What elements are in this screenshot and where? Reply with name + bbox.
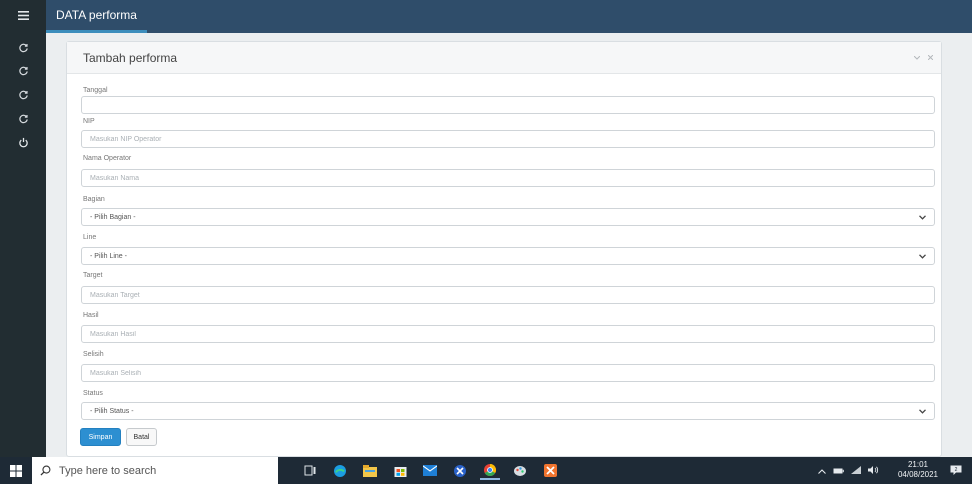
label-target: Target	[83, 272, 103, 279]
volume-icon[interactable]	[868, 465, 879, 476]
sidebar-item-refresh-4[interactable]	[0, 107, 46, 129]
sidebar-item-refresh-3[interactable]	[0, 83, 46, 105]
status-selected: - Pilih Status -	[90, 407, 134, 415]
network-icon[interactable]	[851, 465, 861, 476]
refresh-icon	[18, 66, 28, 75]
status-select[interactable]: - Pilih Status -	[81, 402, 935, 420]
collapse-icon[interactable]	[913, 52, 921, 62]
taskbar-search-placeholder: Type here to search	[59, 464, 157, 477]
card-tools	[913, 52, 934, 62]
taskbar-search-box[interactable]: Type here to search	[32, 457, 278, 484]
refresh-icon	[18, 43, 28, 52]
edge-browser-icon[interactable]	[330, 461, 350, 480]
file-explorer-icon[interactable]	[360, 461, 380, 480]
bagian-selected: - Pilih Bagian -	[90, 213, 136, 221]
top-header: DATA performa	[46, 0, 972, 33]
mail-icon[interactable]	[420, 461, 440, 480]
label-status: Status	[83, 390, 103, 397]
line-selected: - Pilih Line -	[90, 252, 127, 260]
label-hasil: Hasil	[83, 312, 99, 319]
batal-button[interactable]: Batal	[126, 428, 157, 446]
store-icon[interactable]	[390, 461, 410, 480]
hamburger-menu-icon[interactable]	[0, 4, 46, 26]
simpan-button[interactable]: Simpan	[80, 428, 121, 446]
close-icon[interactable]	[927, 52, 934, 62]
form-title: Tambah performa	[83, 51, 178, 65]
sidebar-item-refresh-1[interactable]	[0, 36, 46, 58]
hasil-field[interactable]	[81, 325, 935, 343]
refresh-icon	[18, 90, 28, 99]
notification-center-icon[interactable]: 2	[946, 461, 966, 480]
chevron-down-icon	[918, 252, 926, 260]
battery-icon[interactable]	[833, 466, 844, 476]
chevron-down-icon	[918, 213, 926, 221]
clock-time: 21:01	[907, 460, 929, 469]
nama-operator-field[interactable]	[81, 169, 935, 187]
sidebar-item-refresh-2[interactable]	[0, 59, 46, 81]
tab-data-performa[interactable]: DATA performa	[46, 0, 147, 33]
task-view-icon[interactable]	[300, 461, 320, 480]
label-bagian: Bagian	[83, 196, 105, 203]
tab-title: DATA performa	[56, 8, 137, 22]
nip-field[interactable]	[81, 130, 935, 148]
chevron-down-icon	[918, 407, 926, 415]
paint-app-icon[interactable]	[510, 461, 530, 480]
windows-start-button[interactable]	[0, 457, 32, 484]
label-tanggal: Tanggal	[83, 87, 108, 94]
line-select[interactable]: - Pilih Line -	[81, 247, 935, 265]
sidebar-item-logout[interactable]	[0, 131, 46, 153]
label-selisih: Selisih	[83, 351, 104, 358]
taskbar-clock[interactable]: 21:01 04/08/2021	[894, 460, 942, 480]
tanggal-field[interactable]	[81, 96, 935, 114]
label-nama-operator: Nama Operator	[83, 155, 132, 162]
svg-text:2: 2	[955, 467, 958, 473]
windows-taskbar: Type here to search 21:01 04/08/2021 2	[0, 457, 972, 484]
xampp-icon[interactable]	[540, 461, 560, 480]
label-line: Line	[83, 234, 97, 241]
system-tray	[818, 457, 879, 484]
search-icon	[40, 465, 51, 476]
bagian-select[interactable]: - Pilih Bagian -	[81, 208, 935, 226]
label-nip: NIP	[83, 118, 95, 125]
form-card: Tambah performa Tanggal NIP Nama Operato…	[66, 41, 942, 457]
card-header: Tambah performa	[67, 42, 941, 74]
chrome-icon[interactable]	[480, 461, 500, 480]
windows-logo-icon	[10, 464, 22, 477]
power-icon	[18, 137, 28, 147]
chevron-up-icon[interactable]	[818, 466, 826, 476]
selisih-field[interactable]	[81, 364, 935, 382]
clock-date: 04/08/2021	[897, 470, 939, 479]
refresh-icon	[18, 114, 28, 123]
sidebar	[0, 0, 46, 457]
app-icon[interactable]	[450, 461, 470, 480]
target-field[interactable]	[81, 286, 935, 304]
main-content: Tambah performa Tanggal NIP Nama Operato…	[46, 33, 972, 457]
